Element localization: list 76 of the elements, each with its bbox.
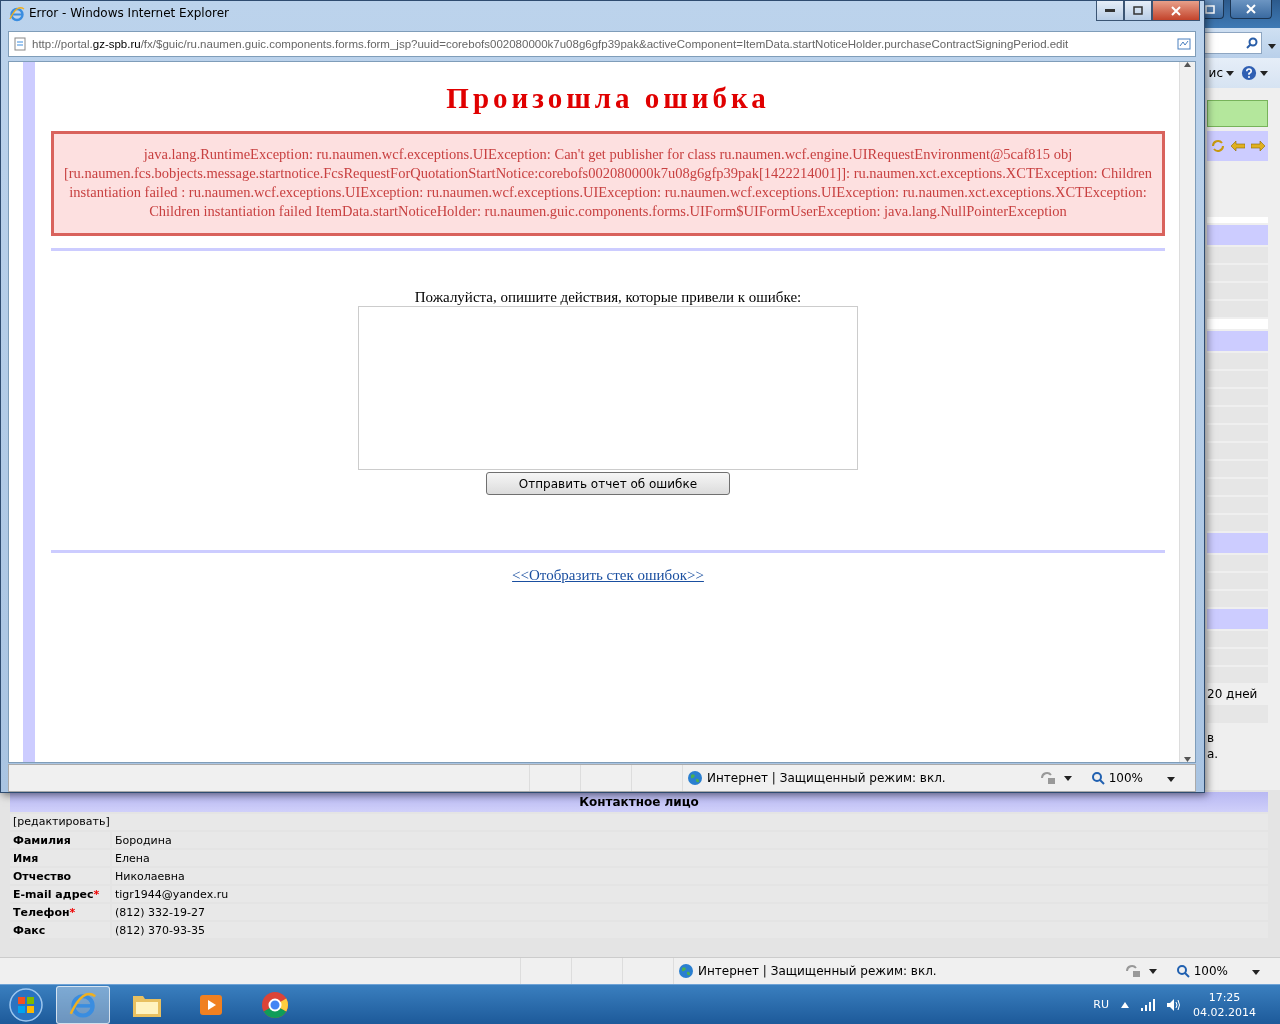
taskbar-app[interactable] (56, 985, 110, 1024)
send-report-button[interactable]: Отправить отчет об ошибке (486, 472, 730, 495)
clock[interactable]: 17:25 04.02.2014 (1193, 989, 1256, 1020)
side-text: 20 дней (1207, 687, 1258, 701)
status-zone-text: Интернет | Защищенный режим: вкл. (698, 964, 937, 978)
globe-icon (678, 963, 694, 979)
language-indicator[interactable]: RU (1093, 998, 1109, 1011)
panel-background (1207, 319, 1268, 329)
zoom-icon[interactable] (1091, 771, 1105, 785)
description-field[interactable] (358, 306, 858, 470)
prompt-text: Пожалуйста, опишите действия, которые привели к ошибке: (414, 289, 802, 306)
section-header: Контактное лицо (10, 792, 1268, 812)
field-label-text: Имя (13, 851, 39, 865)
caret-icon[interactable] (1148, 968, 1157, 974)
field-value: (812) 370-93-35 (112, 922, 1268, 938)
field-label-text: Телефон (13, 905, 70, 919)
minimize-icon (1105, 8, 1115, 13)
speaker-icon[interactable] (1167, 998, 1181, 1011)
status-field (1207, 100, 1268, 127)
error-message: java.lang.RuntimeException: ru.naumen.wcf.exceptions.UIException: Can't get publisher for class ru.naumen.wcf.engine.UIRequestEnvironment@5caf815 obj [ru.naumen.fcs.bobjects.message.startnotice.FcsRequestForQuotationStartNotice:corebofs002080000k7u08g6gfp39pak[1422214001]]: ru.naumen.xct.exceptions.XCTException: Children instantiation failed : ru.naumen.wcf.exceptions.UIException: ru.naumen.wcf.exceptions.UIException: ru.naumen.wcf.exceptions.UIException: ru.naumen.xct.exceptions.XCTException: Children instantiation failed ItemData.startNoticeHolder: ru.naumen.guic.components.forms.UIForm$UIFormUserException: java.lang.NullPointerException (51, 131, 1165, 236)
side-text: в (1207, 731, 1215, 745)
required-mark: * (93, 887, 100, 901)
window-title: Error - Windows Internet Explorer (29, 6, 229, 20)
zoom-icon[interactable] (1176, 964, 1190, 978)
scroll-up-icon[interactable] (1184, 62, 1191, 67)
caret-icon[interactable] (1167, 777, 1175, 782)
zoom-level[interactable]: 100% (1176, 964, 1228, 978)
section-header-row (1207, 609, 1268, 629)
browser-icon (69, 990, 97, 1019)
show-stack-link[interactable]: <<Отобразить стек ошибок>> (512, 567, 704, 584)
compatibility-icon[interactable] (1177, 37, 1191, 51)
status-zone-text: Интернет | Защищенный режим: вкл. (707, 771, 946, 785)
command-bar-item[interactable]: ис (1208, 66, 1223, 80)
search-icon[interactable] (1246, 37, 1258, 49)
caret-icon[interactable] (1268, 43, 1276, 49)
caret-icon[interactable] (1226, 70, 1234, 76)
required-mark: * (69, 905, 76, 919)
chrome-icon (261, 990, 289, 1019)
zoom-level[interactable]: 100% (1091, 771, 1143, 785)
close-icon (1246, 4, 1256, 14)
side-text: а. (1207, 747, 1219, 761)
address-field[interactable]: http://portal.gz-spb.ru/fx/$guic/ru.naumen.guic.components.forms.form_jsp?uuid=corebofs002080000k7u08g6gfp39pak&activeComponent=ItemData.startNoticeHolder.purchaseContractSigningPeriod.edit (8, 31, 1196, 57)
caret-icon[interactable] (1252, 970, 1260, 975)
maximize-button[interactable] (1124, 1, 1152, 21)
section-header-row (1207, 225, 1268, 245)
close-button[interactable] (1230, 0, 1272, 19)
field-label-text: Фамилия (13, 833, 71, 847)
caret-icon[interactable] (1260, 70, 1268, 76)
field-value: Бородина (112, 832, 1268, 848)
error-heading: Произошла ошибка (446, 82, 770, 115)
minimize-button[interactable] (1096, 1, 1124, 21)
field-value: Елена (112, 850, 1268, 866)
caret-icon[interactable] (1063, 775, 1072, 781)
restore-icon (1205, 4, 1215, 14)
panel-background (1207, 217, 1268, 223)
section-header-row (1207, 533, 1268, 553)
signal-icon[interactable] (1141, 998, 1155, 1011)
field-label-text: E-mail адрес (13, 887, 94, 901)
close-icon (1171, 5, 1181, 16)
globe-icon (687, 770, 703, 786)
maximize-icon (1133, 6, 1143, 15)
scrollbar[interactable] (1179, 62, 1195, 762)
field-value: tigr1944@yandex.ru (112, 886, 1268, 902)
field-value: (812) 332-19-27 (112, 904, 1268, 920)
edit-link[interactable]: [редактировать] (10, 814, 1268, 830)
field-value: Николаевна (112, 868, 1268, 884)
field-label-text: Отчество (13, 869, 72, 883)
section-header-row (1207, 331, 1268, 351)
browser-icon (9, 6, 25, 22)
scroll-down-icon[interactable] (1184, 757, 1191, 762)
help-icon[interactable] (1241, 65, 1257, 81)
show-hidden-icons[interactable] (1121, 1001, 1129, 1008)
start-button[interactable] (6, 986, 46, 1023)
field-label-text: Факс (13, 923, 46, 937)
close-button[interactable] (1152, 1, 1200, 21)
page-icon (13, 37, 27, 51)
